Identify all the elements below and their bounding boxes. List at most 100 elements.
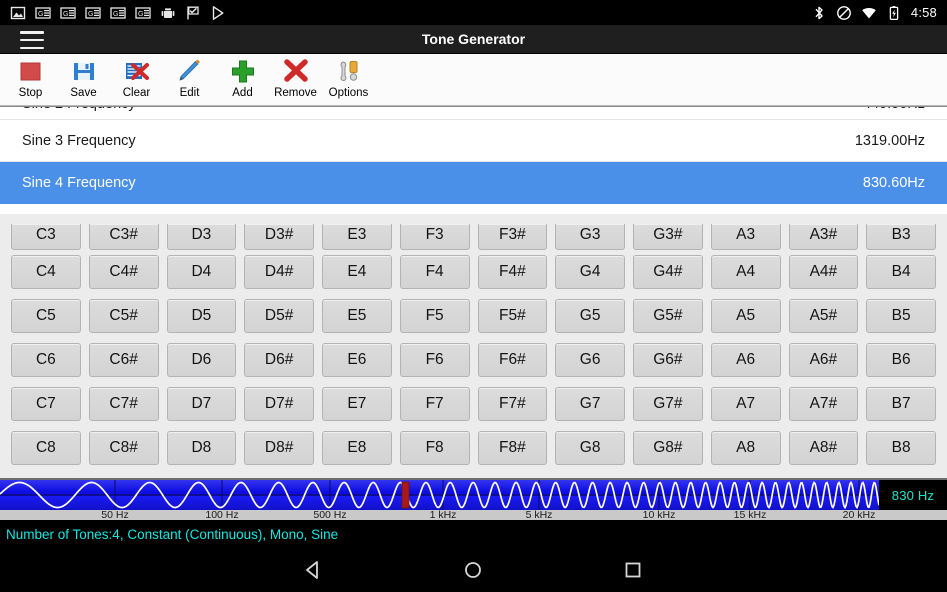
- note-button[interactable]: A7: [710, 387, 781, 421]
- note-button[interactable]: D6#: [244, 343, 314, 377]
- note-button[interactable]: D8#: [244, 431, 314, 465]
- remove-button[interactable]: Remove: [269, 54, 322, 106]
- checkmark-flag-icon: [187, 6, 199, 19]
- note-button[interactable]: F5: [399, 299, 470, 333]
- clear-button[interactable]: Clear: [110, 54, 163, 106]
- note-button[interactable]: E3: [322, 224, 392, 250]
- note-button[interactable]: G5: [555, 299, 625, 333]
- list-item[interactable]: Sine 2 Frequency 440.00Hz: [0, 107, 947, 120]
- note-button[interactable]: A6: [710, 343, 781, 377]
- note-button[interactable]: B5: [866, 299, 936, 333]
- note-button[interactable]: C8: [11, 431, 81, 465]
- note-button[interactable]: C5: [11, 299, 81, 333]
- note-button[interactable]: G8#: [633, 431, 703, 465]
- note-button[interactable]: F8#: [477, 431, 548, 465]
- app-toolbar: Stop Save Clear Edit Add Remove Options: [0, 54, 947, 106]
- note-button[interactable]: F7#: [477, 387, 548, 421]
- add-button[interactable]: Add: [216, 54, 269, 106]
- note-button[interactable]: F6: [399, 343, 470, 377]
- note-button[interactable]: B7: [866, 387, 936, 421]
- note-button[interactable]: D3: [166, 224, 237, 250]
- note-button[interactable]: A4: [710, 255, 781, 289]
- recents-square-icon: [625, 562, 641, 578]
- note-button[interactable]: G7#: [633, 387, 703, 421]
- nav-recents-button[interactable]: [603, 548, 663, 592]
- note-button[interactable]: A6#: [788, 343, 859, 377]
- note-button[interactable]: F4: [399, 255, 470, 289]
- page-title: Tone Generator: [421, 31, 526, 47]
- note-button[interactable]: D5: [166, 299, 237, 333]
- note-button[interactable]: D7#: [244, 387, 314, 421]
- note-button[interactable]: G7: [555, 387, 625, 421]
- note-button[interactable]: A7#: [788, 387, 859, 421]
- note-button[interactable]: C4#: [88, 255, 159, 289]
- nav-home-button[interactable]: [443, 548, 503, 592]
- note-button[interactable]: F7: [399, 387, 470, 421]
- stop-button[interactable]: Stop: [4, 54, 57, 106]
- home-circle-icon: [465, 562, 481, 578]
- nav-back-button[interactable]: [283, 548, 343, 592]
- note-button[interactable]: G4#: [633, 255, 703, 289]
- note-button[interactable]: F4#: [477, 255, 548, 289]
- note-button[interactable]: F6#: [477, 343, 548, 377]
- note-button[interactable]: D4: [166, 255, 237, 289]
- note-button[interactable]: D6: [166, 343, 237, 377]
- note-button[interactable]: G5#: [633, 299, 703, 333]
- do-not-disturb-icon: [836, 5, 851, 20]
- options-button[interactable]: Options: [322, 54, 375, 106]
- status-bar-notification-icons: G G G G G: [0, 5, 226, 21]
- news-icon: G: [110, 6, 126, 19]
- note-button[interactable]: C6#: [88, 343, 159, 377]
- frequency-list[interactable]: Sine 2 Frequency 440.00Hz Sine 3 Frequen…: [0, 106, 947, 214]
- note-button[interactable]: B4: [866, 255, 936, 289]
- note-button[interactable]: A3#: [788, 224, 859, 250]
- note-button[interactable]: C6: [11, 343, 81, 377]
- note-button[interactable]: A8: [710, 431, 781, 465]
- note-button[interactable]: D8: [166, 431, 237, 465]
- note-button[interactable]: C5#: [88, 299, 159, 333]
- note-button[interactable]: A5: [710, 299, 781, 333]
- note-button[interactable]: A4#: [788, 255, 859, 289]
- note-button[interactable]: E4: [322, 255, 392, 289]
- note-row: C4 C4# D4 D4# E4 F4 F4# G4 G4# A4 A4# B4: [0, 250, 947, 294]
- note-button[interactable]: G3: [555, 224, 625, 250]
- note-button[interactable]: G3#: [633, 224, 703, 250]
- note-button[interactable]: G6: [555, 343, 625, 377]
- note-button[interactable]: G8: [555, 431, 625, 465]
- note-button[interactable]: F8: [399, 431, 470, 465]
- edit-button[interactable]: Edit: [163, 54, 216, 106]
- note-button[interactable]: B3: [866, 224, 936, 250]
- note-button[interactable]: C8#: [88, 431, 159, 465]
- note-button[interactable]: E5: [322, 299, 392, 333]
- frequency-spectrum-bar[interactable]: 50 Hz 100 Hz 500 Hz 1 kHz 5 kHz 10 kHz 15 kHz 2…: [0, 478, 947, 521]
- note-button[interactable]: B6: [866, 343, 936, 377]
- list-item-selected[interactable]: Sine 4 Frequency 830.60Hz: [0, 162, 947, 204]
- note-button[interactable]: A3: [710, 224, 781, 250]
- note-button[interactable]: D7: [166, 387, 237, 421]
- note-button[interactable]: E7: [322, 387, 392, 421]
- play-store-icon: [212, 5, 224, 20]
- save-button[interactable]: Save: [57, 54, 110, 106]
- note-button[interactable]: E8: [322, 431, 392, 465]
- list-item-label: Sine 2 Frequency: [22, 107, 136, 112]
- list-item[interactable]: Sine 3 Frequency 1319.00Hz: [0, 120, 947, 162]
- note-button[interactable]: B8: [866, 431, 936, 465]
- note-button[interactable]: F3: [399, 224, 470, 250]
- note-button[interactable]: C3#: [88, 224, 159, 250]
- note-button[interactable]: F3#: [477, 224, 548, 250]
- note-button[interactable]: C7#: [88, 387, 159, 421]
- note-button[interactable]: C4: [11, 255, 81, 289]
- note-button[interactable]: G6#: [633, 343, 703, 377]
- note-button[interactable]: F5#: [477, 299, 548, 333]
- note-button[interactable]: A5#: [788, 299, 859, 333]
- note-button[interactable]: A8#: [788, 431, 859, 465]
- note-button[interactable]: D5#: [244, 299, 314, 333]
- note-button[interactable]: C7: [11, 387, 81, 421]
- spectrum-waveform[interactable]: [0, 480, 947, 510]
- note-button[interactable]: D3#: [244, 224, 314, 250]
- note-button[interactable]: D4#: [244, 255, 314, 289]
- note-button[interactable]: C3: [11, 224, 81, 250]
- note-button[interactable]: E6: [322, 343, 392, 377]
- news-icon: G: [60, 6, 76, 19]
- note-button[interactable]: G4: [555, 255, 625, 289]
